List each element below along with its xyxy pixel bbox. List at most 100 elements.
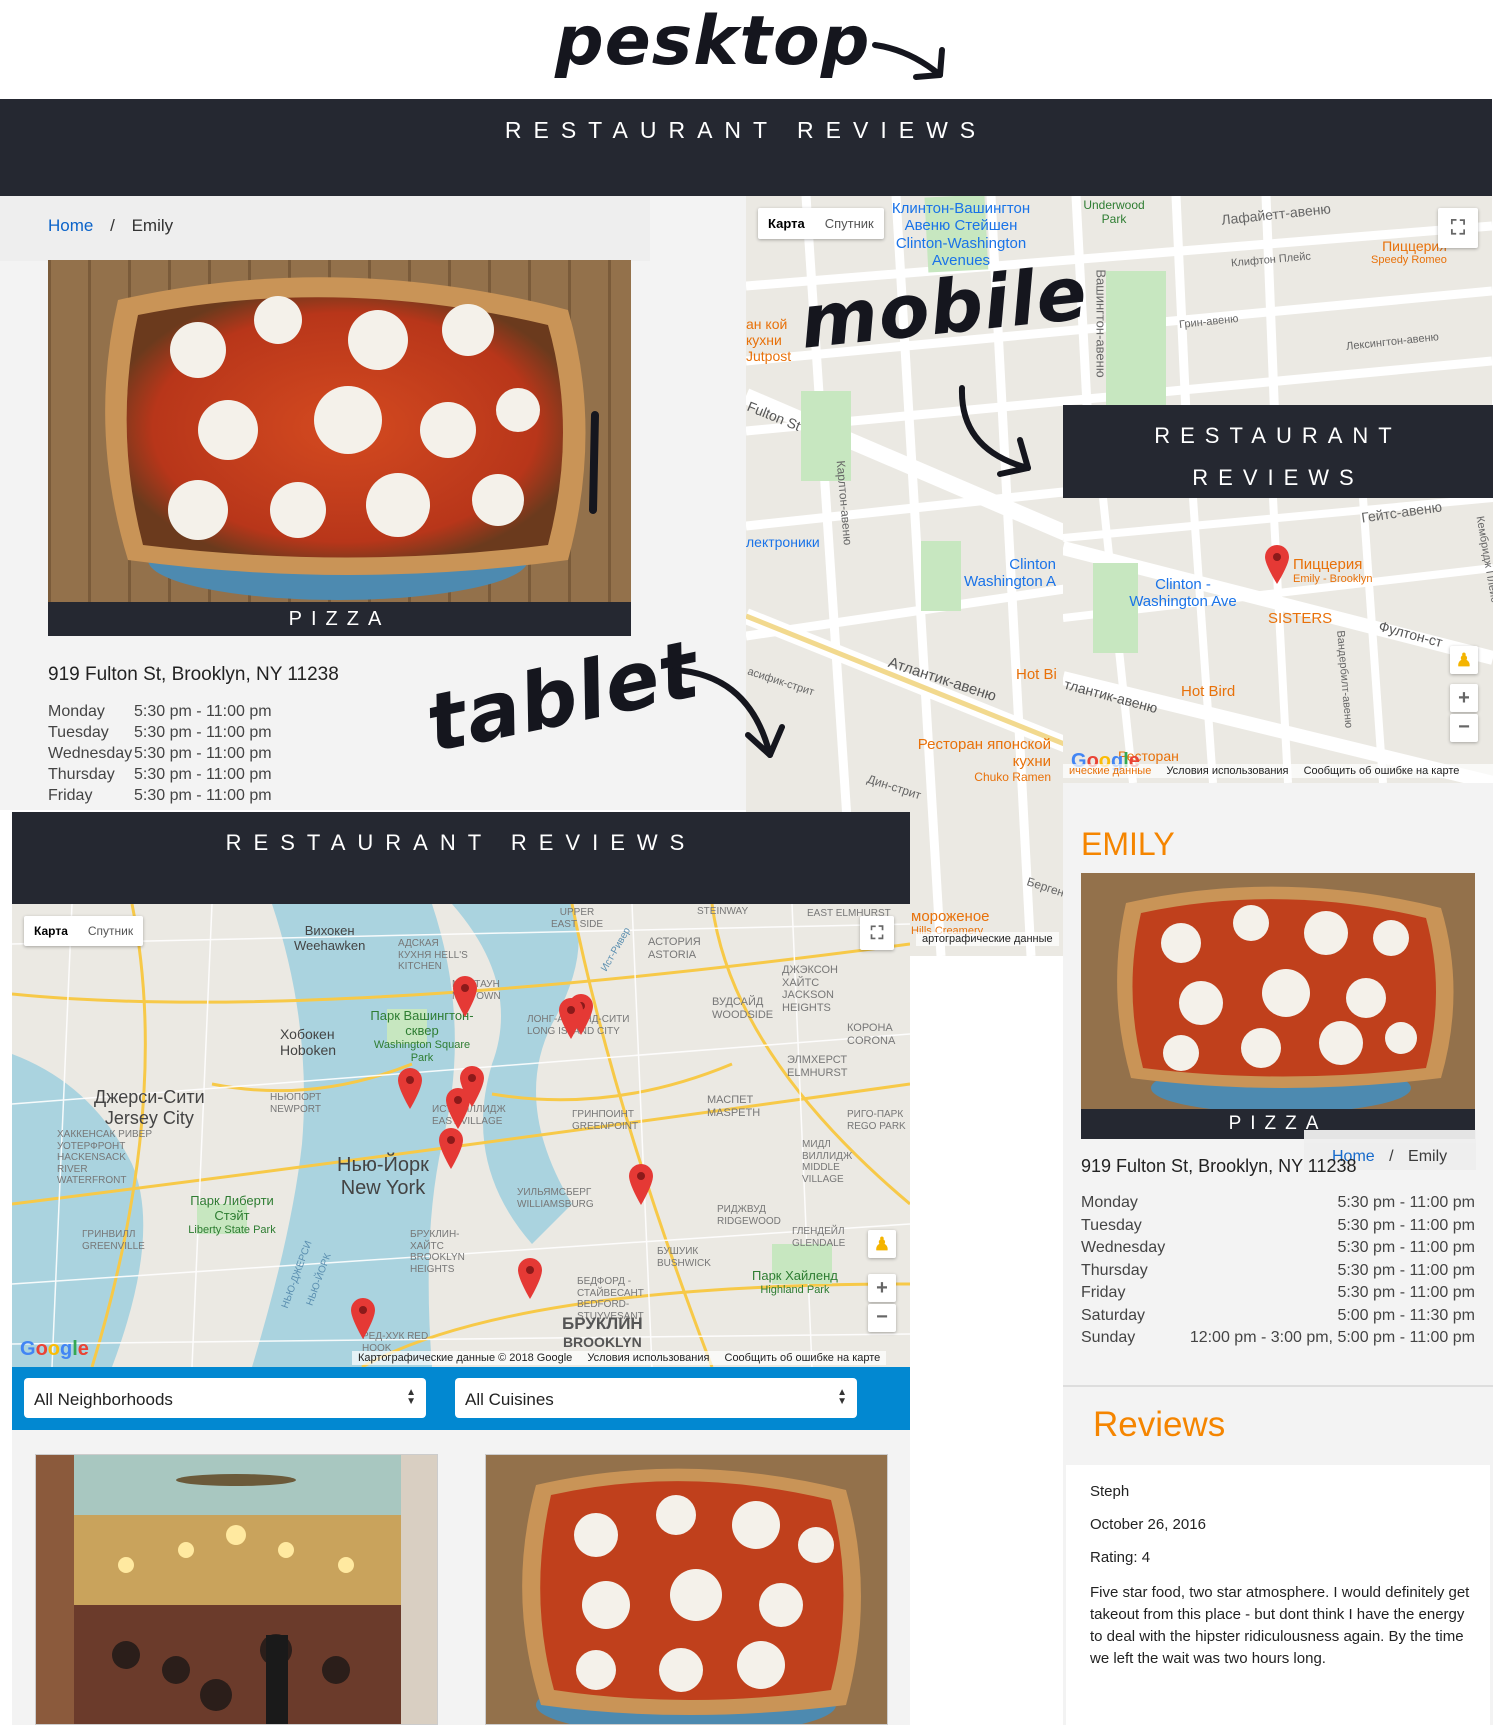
zoom-in-icon[interactable]: + <box>868 1274 896 1302</box>
map-label-text: Chuko Ramen <box>974 769 1051 784</box>
map-label-text: Highland Park <box>760 1283 830 1296</box>
map-label-washington-ave: Вашингтон-авеню <box>1093 269 1109 378</box>
hours-day: Friday <box>1081 1284 1126 1301</box>
mobile-map-label-sisters: SISTERS <box>1268 610 1333 627</box>
mobile-address: 919 Fulton St, Brooklyn, NY 11238 <box>1081 1156 1357 1176</box>
map-pin-icon[interactable] <box>437 1126 465 1170</box>
map-label-text: New York <box>340 1177 426 1199</box>
desktop-map-attribution: артографические данные <box>916 932 1059 946</box>
annotation-arrow-tablet-icon <box>672 667 785 758</box>
mobile-restaurant-name: EMILY <box>1081 826 1175 862</box>
annotation-arrow-desktop-icon <box>872 42 945 80</box>
hours-time: 12:00 pm - 3:00 pm, 5:00 pm - 11:00 pm <box>1189 1329 1475 1346</box>
hours-row: Saturday 5:00 pm - 11:30 pm <box>1081 1305 1475 1328</box>
zoom-out-icon[interactable]: − <box>1450 714 1478 742</box>
cuisines-select-value: All Cuisines <box>465 1390 554 1409</box>
hours-row: Thursday 5:30 pm - 11:00 pm <box>48 764 448 785</box>
map-label-text: BROOKLYN <box>562 1333 642 1350</box>
map-pin-icon[interactable] <box>444 1086 472 1130</box>
map-label-restaurant: Ресторан японской кухни Chuko Ramen <box>916 736 1051 784</box>
map-label-electronics: лектроники <box>746 534 820 550</box>
map-type-satellite-button[interactable]: Спутник <box>78 916 143 946</box>
select-arrows-icon: ▲ ▼ <box>406 1387 416 1407</box>
restaurant-card-image[interactable] <box>485 1454 888 1725</box>
breadcrumb-separator: / <box>1389 1148 1394 1165</box>
breadcrumb-separator: / <box>110 216 115 235</box>
map-label-bushwick: БУШУИК BUSHWICK <box>657 1246 711 1269</box>
fullscreen-icon[interactable]: ⛶ <box>1438 208 1478 248</box>
map-label-text: Пиццерия <box>1293 556 1363 573</box>
restaurant-card-image[interactable] <box>35 1454 438 1725</box>
map-pin-icon[interactable] <box>349 1296 377 1340</box>
map-label-ny: Нью-Йорк New York <box>337 1154 429 1200</box>
hours-time: 5:30 pm - 11:00 pm <box>134 724 272 741</box>
pegman-icon[interactable]: ♟ <box>1450 646 1478 674</box>
map-type-satellite-button[interactable]: Спутник <box>815 208 884 239</box>
hours-day: Wednesday <box>48 745 133 762</box>
map-label-hotbird: Hot Bi <box>1016 666 1057 683</box>
zoom-out-icon[interactable]: − <box>868 1304 896 1332</box>
map-label-text: Пиццерия <box>1382 238 1447 254</box>
map-label-text: Jersey City <box>104 1107 194 1128</box>
fullscreen-icon[interactable]: ⛶ <box>860 916 894 950</box>
map-label-text: Парк Либерти Стэйт <box>190 1193 274 1223</box>
hours-row: Sunday 12:00 pm - 3:00 pm, 5:00 pm - 11:0… <box>1081 1327 1475 1350</box>
attrib-report-link[interactable]: Сообщить об ошибке на карте <box>725 1352 881 1364</box>
neighborhoods-select[interactable]: All Neighborhoods ▲ ▼ <box>24 1378 426 1418</box>
hours-time: 5:30 pm - 11:00 pm <box>1337 1216 1475 1234</box>
desktop-address: 919 Fulton St, Brooklyn, NY 11238 <box>48 664 339 685</box>
hours-row: Wednesday 5:30 pm - 11:00 pm <box>48 743 448 764</box>
map-label-glendale: ГЛЕНДЕЙЛ GLENDALE <box>792 1226 846 1249</box>
map-pin-icon[interactable] <box>516 1256 544 1300</box>
mobile-map-label-clinton: Clinton - Washington Ave <box>1129 576 1237 611</box>
map-label-hoboken: Хобокен Hoboken <box>280 1026 336 1058</box>
map-pin-icon[interactable] <box>1263 543 1291 585</box>
map-pin-icon[interactable] <box>451 974 479 1018</box>
map-pin-icon[interactable] <box>627 1162 655 1206</box>
map-label-text: Нью-Йорк <box>337 1154 429 1176</box>
mobile-nav-title-line2: REVIEWS <box>1192 465 1364 490</box>
attrib-data: Картографические данные © 2018 Google <box>358 1352 573 1364</box>
breadcrumb-home-link[interactable]: Home <box>48 216 93 235</box>
attrib-report-link[interactable]: Сообщить об ошибке на карте <box>1304 765 1460 777</box>
cuisines-select[interactable]: All Cuisines ▲ ▼ <box>455 1378 857 1418</box>
attrib-terms-link[interactable]: Условия использования <box>587 1352 709 1364</box>
map-label-text: мороженое <box>911 908 990 925</box>
hours-time: 5:30 pm - 11:00 pm <box>134 703 272 720</box>
map-pin-icon[interactable] <box>557 996 585 1040</box>
pegman-icon[interactable]: ♟ <box>868 1230 896 1258</box>
map-label-brooklyn-heights: БРУКЛИН-ХАЙТС BROOKLYN HEIGHTS <box>410 1229 465 1275</box>
hours-row: Wednesday 5:30 pm - 11:00 pm <box>1081 1237 1475 1260</box>
reviews-title: Reviews <box>1093 1405 1226 1444</box>
attrib-terms-link[interactable]: Условия использования <box>1166 765 1288 777</box>
map-label-text: Washington Square Park <box>373 1038 471 1064</box>
map-type-map-button[interactable]: Карта <box>758 208 815 239</box>
map-label-highland: Парк Хайленд Highland Park <box>752 1268 838 1297</box>
desktop-navbar: RESTAURANT REVIEWS <box>0 99 1492 196</box>
map-label-clinton-wa: Clinton Washington A <box>964 556 1056 591</box>
select-arrows-icon: ▲ ▼ <box>837 1387 847 1407</box>
hours-time: 5:30 pm - 11:00 pm <box>1337 1239 1475 1256</box>
map-label-text: Emily - Brooklyn <box>1293 573 1373 586</box>
tablet-nav-title: RESTAURANT REVIEWS <box>225 830 697 855</box>
mobile-map[interactable]: Гейтс-авеню Кембридж Плейс Пиццерия Emily… <box>1063 498 1493 783</box>
map-label-corona: КОРОНА CORONA <box>847 1022 896 1047</box>
map-label-text: Hoboken <box>280 1042 337 1059</box>
mobile-map-label-hotbird: Hot Bird <box>1181 683 1236 700</box>
map-label-upper-east: UPPER EAST SIDE <box>550 907 604 930</box>
hours-row: Tuesday 5:30 pm - 11:00 pm <box>48 722 448 743</box>
google-logo: Google <box>20 1338 89 1360</box>
hours-day: Sunday <box>1081 1329 1136 1346</box>
map-pin-icon[interactable] <box>396 1066 424 1110</box>
map-type-map-button[interactable]: Карта <box>24 916 78 946</box>
zoom-in-icon[interactable]: + <box>1450 684 1478 712</box>
mobile-map-attribution: ические данные Условия использования Соо… <box>1063 764 1493 778</box>
hours-time: 5:30 pm - 11:00 pm <box>1337 1284 1475 1301</box>
map-label-text: Вихокен <box>304 923 355 938</box>
map-label-text: Ресторан японской кухни <box>917 736 1051 771</box>
desktop-nav-title: RESTAURANT REVIEWS <box>504 117 988 143</box>
tablet-map[interactable]: Карта Спутник ⛶ Вихокен Weehawken АДСКАЯ … <box>12 904 910 1367</box>
desktop-map-type-toggle: Карта Спутник <box>758 208 884 239</box>
mobile-hours-table: Monday 5:30 pm - 11:00 pm Tuesday 5:30 pm … <box>1081 1192 1475 1350</box>
map-label-text: БРУКЛИН <box>562 1314 643 1333</box>
